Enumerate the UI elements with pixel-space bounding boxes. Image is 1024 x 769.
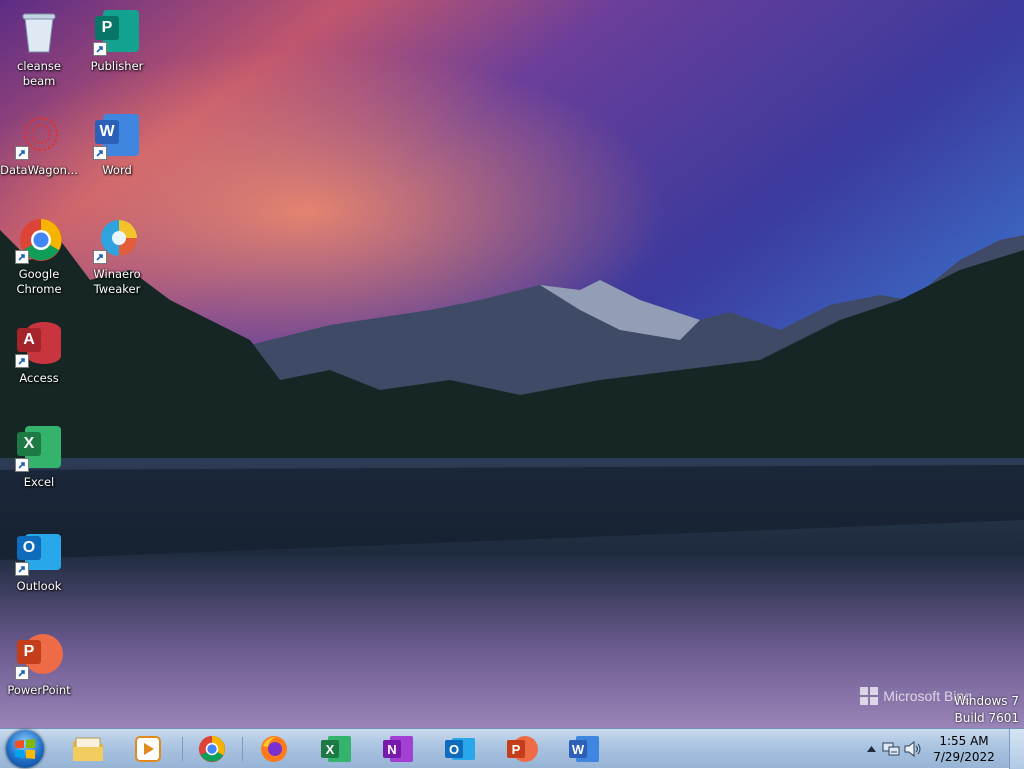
chrome-icon xyxy=(198,735,226,763)
shortcut-arrow-icon xyxy=(15,562,29,576)
shortcut-arrow-icon xyxy=(15,666,29,680)
word-icon: W xyxy=(93,112,141,160)
show-hidden-icons-button[interactable] xyxy=(862,729,880,769)
shortcut-arrow-icon xyxy=(93,250,107,264)
powerpoint-icon: P xyxy=(15,632,63,680)
os-build: Build 7601 xyxy=(954,711,1019,725)
taskbar-google-chrome[interactable] xyxy=(182,729,242,769)
windows-logo-icon xyxy=(860,687,879,705)
onenote-icon: N xyxy=(383,736,413,762)
media-player-icon xyxy=(135,736,161,762)
desktop-icon-access[interactable]: A Access xyxy=(0,320,78,386)
taskbar-excel[interactable]: X xyxy=(306,729,366,769)
desktop-icon-powerpoint[interactable]: P PowerPoint xyxy=(0,632,78,698)
network-button[interactable] xyxy=(880,729,902,769)
taskbar-media-player[interactable] xyxy=(118,729,178,769)
start-button[interactable] xyxy=(6,730,44,768)
shortcut-arrow-icon xyxy=(15,354,29,368)
taskbar-outlook[interactable]: O xyxy=(430,729,490,769)
outlook-icon: O xyxy=(445,738,475,760)
desktop-icon-excel[interactable]: X Excel xyxy=(0,424,78,490)
taskbar-word[interactable]: W xyxy=(554,729,614,769)
taskbar-firefox[interactable] xyxy=(244,729,304,769)
desktop-icon-word[interactable]: W Word xyxy=(78,112,156,178)
shortcut-arrow-icon xyxy=(15,250,29,264)
taskbar: X N O P W 1:55 AM 7/29/2022 xyxy=(0,728,1024,769)
taskbar-clock[interactable]: 1:55 AM 7/29/2022 xyxy=(924,733,1004,765)
desktop-icon-datawagon[interactable]: DataWagon... xyxy=(0,112,78,178)
desktop-icon-winaero-tweaker[interactable]: Winaero Tweaker xyxy=(78,216,156,297)
winaero-tweaker-icon xyxy=(93,216,141,264)
windows-flag-icon xyxy=(15,739,35,759)
svg-text:N: N xyxy=(387,742,396,757)
system-tray: 1:55 AM 7/29/2022 xyxy=(862,729,1004,769)
taskbar-powerpoint[interactable]: P xyxy=(492,729,552,769)
publisher-icon: P xyxy=(93,8,141,56)
taskbar-separator xyxy=(242,737,243,761)
clock-date: 7/29/2022 xyxy=(933,750,995,764)
taskbar-onenote[interactable]: N xyxy=(368,729,428,769)
svg-text:X: X xyxy=(326,742,335,757)
chevron-up-icon xyxy=(866,746,876,752)
datawagon-icon xyxy=(15,112,63,160)
shortcut-arrow-icon xyxy=(15,458,29,472)
file-explorer-icon xyxy=(73,737,103,761)
recycle-bin-icon xyxy=(15,8,63,56)
desktop-icon-publisher[interactable]: P Publisher xyxy=(78,8,156,74)
shortcut-arrow-icon xyxy=(15,146,29,160)
svg-text:W: W xyxy=(572,742,585,757)
show-desktop-button[interactable] xyxy=(1009,729,1024,769)
clock-time: 1:55 AM xyxy=(939,734,989,748)
svg-text:P: P xyxy=(512,742,521,757)
outlook-icon: O xyxy=(15,528,63,576)
powerpoint-icon: P xyxy=(507,736,538,762)
shortcut-arrow-icon xyxy=(93,42,107,56)
volume-button[interactable] xyxy=(902,729,924,769)
access-icon: A xyxy=(15,320,63,368)
taskbar-file-explorer[interactable] xyxy=(58,729,118,769)
excel-icon: X xyxy=(15,424,63,472)
excel-icon: X xyxy=(321,736,351,762)
chrome-icon xyxy=(15,216,63,264)
word-icon: W xyxy=(569,736,599,762)
desktop-icon-google-chrome[interactable]: Google Chrome xyxy=(0,216,78,297)
desktop-icon-outlook[interactable]: O Outlook xyxy=(0,528,78,594)
windows-version-text: Windows 7 Build 7601 xyxy=(954,693,1019,727)
volume-icon xyxy=(904,741,921,757)
network-icon xyxy=(882,742,900,756)
os-name: Windows 7 xyxy=(953,694,1019,708)
firefox-icon xyxy=(261,736,287,762)
desktop-wallpaper xyxy=(0,0,1024,728)
shortcut-arrow-icon xyxy=(93,146,107,160)
desktop-icon-recycle-bin[interactable]: cleanse beam xyxy=(0,8,78,89)
svg-text:O: O xyxy=(449,742,459,757)
